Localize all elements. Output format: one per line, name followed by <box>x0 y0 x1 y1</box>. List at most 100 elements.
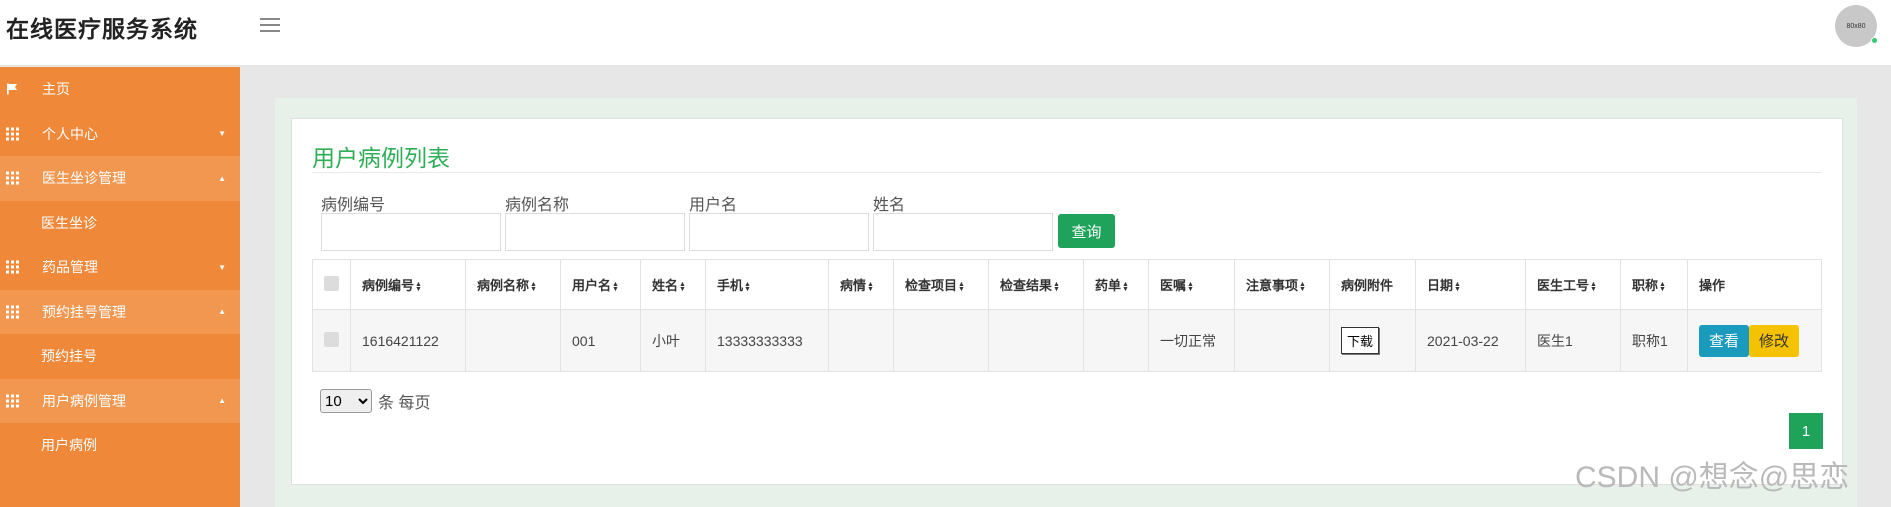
chevron-up-icon: ▲ <box>218 307 226 317</box>
cell-case-no: 1616421122 <box>350 309 466 372</box>
cell-exam-items <box>893 309 989 372</box>
chevron-up-icon: ▲ <box>218 396 226 406</box>
column-header[interactable]: 日期▲ ▼ <box>1415 259 1526 310</box>
sidebar-item-label: 用户病例 <box>41 437 97 454</box>
sidebar: 主页 个人中心 ▼ 医生坐诊管理 ▲ 医生坐诊 药品管理 ▼ 预约挂号管理 ▲ … <box>0 67 240 507</box>
sidebar-item-medicine-mgmt[interactable]: 药品管理 ▼ <box>0 245 240 290</box>
online-status-icon <box>1871 37 1878 44</box>
sort-icon: ▲ ▼ <box>415 280 422 293</box>
sort-icon: ▲ ▼ <box>1659 280 1666 293</box>
download-button[interactable]: 下载 <box>1341 327 1380 354</box>
cell-case-name <box>465 309 561 372</box>
page-title: 用户病例列表 <box>312 145 450 171</box>
filter-label-name: 姓名 <box>873 197 906 214</box>
top-header: 在线医疗服务系统 80x80 <box>0 0 1891 66</box>
sort-icon: ▲ ▼ <box>1053 280 1060 293</box>
cell-date: 2021-03-22 <box>1415 309 1526 372</box>
sidebar-item-doctor-consult[interactable]: 医生坐诊 <box>0 201 240 246</box>
sidebar-item-label: 预约挂号管理 <box>42 303 126 320</box>
sidebar-item-user-case[interactable]: 用户病例 <box>0 423 240 468</box>
column-header: 病例附件 <box>1329 259 1416 310</box>
chevron-up-icon: ▲ <box>218 173 226 183</box>
sort-icon: ▲ ▼ <box>612 280 619 293</box>
table-header-row: 病例编号▲ ▼ 病例名称▲ ▼ 用户名▲ ▼ 姓名▲ ▼ 手机▲ ▼ 病情▲ ▼ 检查项目▲… <box>312 259 1822 310</box>
edit-button[interactable]: 修改 <box>1749 324 1800 357</box>
query-button[interactable]: 查询 <box>1058 214 1115 248</box>
column-header[interactable]: 医嘱▲ ▼ <box>1148 259 1235 310</box>
sort-icon: ▲ ▼ <box>1299 280 1306 293</box>
column-header[interactable]: 药单▲ ▼ <box>1083 259 1149 310</box>
cell-doctor-id: 医生1 <box>1525 309 1621 372</box>
sort-icon: ▲ ▼ <box>1454 280 1461 293</box>
sidebar-item-personal-center[interactable]: 个人中心 ▼ <box>0 112 240 157</box>
grid-icon <box>6 260 19 274</box>
username-input[interactable] <box>689 213 869 251</box>
cell-name: 小叶 <box>640 309 706 372</box>
column-header[interactable]: 手机▲ ▼ <box>705 259 829 310</box>
column-header[interactable]: 检查结果▲ ▼ <box>988 259 1084 310</box>
view-button[interactable]: 查看 <box>1699 324 1750 357</box>
grid-icon <box>6 127 19 141</box>
case-name-input[interactable] <box>505 213 685 251</box>
sidebar-item-label: 医生坐诊管理 <box>42 170 126 187</box>
cell-condition <box>828 309 894 372</box>
column-header[interactable]: 姓名▲ ▼ <box>640 259 706 310</box>
cell-attachment: 下载 <box>1329 309 1416 372</box>
case-no-input[interactable] <box>321 213 501 251</box>
cell-title: 职称1 <box>1620 309 1688 372</box>
filter-label-case-no: 病例编号 <box>321 197 386 214</box>
select-all-cell <box>312 259 351 310</box>
page-size-select[interactable]: 10 <box>320 389 372 413</box>
column-header: 操作 <box>1687 259 1822 310</box>
menu-toggle-icon[interactable] <box>260 18 280 32</box>
cell-exam-result <box>988 309 1084 372</box>
sidebar-item-label: 药品管理 <box>42 259 98 276</box>
page-size-suffix: 条 每页 <box>378 395 431 412</box>
name-input[interactable] <box>873 213 1053 251</box>
sidebar-item-label: 用户病例管理 <box>42 392 126 409</box>
cell-username: 001 <box>560 309 641 372</box>
filter-label-case-name: 病例名称 <box>505 197 570 214</box>
watermark: CSDN @想念@思恋 <box>1575 461 1850 494</box>
cell-actions: 查看 修改 <box>1687 309 1822 372</box>
column-header[interactable]: 医生工号▲ ▼ <box>1525 259 1621 310</box>
sidebar-item-label: 主页 <box>42 81 70 98</box>
app-title: 在线医疗服务系统 <box>6 16 198 42</box>
sort-icon: ▲ ▼ <box>530 280 537 293</box>
sidebar-item-appointment-mgmt[interactable]: 预约挂号管理 ▲ <box>0 289 240 334</box>
sort-icon: ▲ ▼ <box>679 280 686 293</box>
row-select-cell <box>312 309 351 372</box>
sort-icon: ▲ ▼ <box>958 280 965 293</box>
sort-icon: ▲ ▼ <box>744 280 751 293</box>
cell-prescription <box>1083 309 1149 372</box>
pagination-page-button[interactable]: 1 <box>1789 413 1823 449</box>
chevron-down-icon: ▼ <box>218 129 226 139</box>
sidebar-item-label: 预约挂号 <box>41 348 97 365</box>
grid-icon <box>6 171 19 185</box>
column-header[interactable]: 病例编号▲ ▼ <box>350 259 466 310</box>
sidebar-item-label: 个人中心 <box>42 125 98 142</box>
sidebar-item-appointment[interactable]: 预约挂号 <box>0 334 240 379</box>
column-header[interactable]: 用户名▲ ▼ <box>560 259 641 310</box>
sidebar-item-home[interactable]: 主页 <box>0 67 240 112</box>
sort-icon: ▲ ▼ <box>1590 280 1597 293</box>
grid-icon <box>6 305 19 319</box>
filter-label-username: 用户名 <box>689 197 738 214</box>
sidebar-item-doctor-consult-mgmt[interactable]: 医生坐诊管理 ▲ <box>0 156 240 201</box>
cell-notes <box>1234 309 1330 372</box>
column-header[interactable]: 病情▲ ▼ <box>828 259 894 310</box>
sort-icon: ▲ ▼ <box>1122 280 1129 293</box>
column-header[interactable]: 检查项目▲ ▼ <box>893 259 989 310</box>
case-list-panel: 用户病例列表 病例编号 病例名称 用户名 姓名 查询 病例编号▲ ▼ 病例名称▲ ▼… <box>291 118 1843 485</box>
sidebar-item-user-case-mgmt[interactable]: 用户病例管理 ▲ <box>0 378 240 423</box>
cell-phone: 13333333333 <box>705 309 829 372</box>
sort-icon: ▲ ▼ <box>1187 280 1194 293</box>
row-checkbox[interactable] <box>324 331 339 347</box>
column-header[interactable]: 病例名称▲ ▼ <box>465 259 561 310</box>
grid-icon <box>6 394 19 408</box>
sidebar-item-label: 医生坐诊 <box>41 214 97 231</box>
column-header[interactable]: 注意事项▲ ▼ <box>1234 259 1330 310</box>
flag-icon <box>6 83 19 96</box>
column-header[interactable]: 职称▲ ▼ <box>1620 259 1688 310</box>
select-all-checkbox[interactable] <box>324 275 339 291</box>
